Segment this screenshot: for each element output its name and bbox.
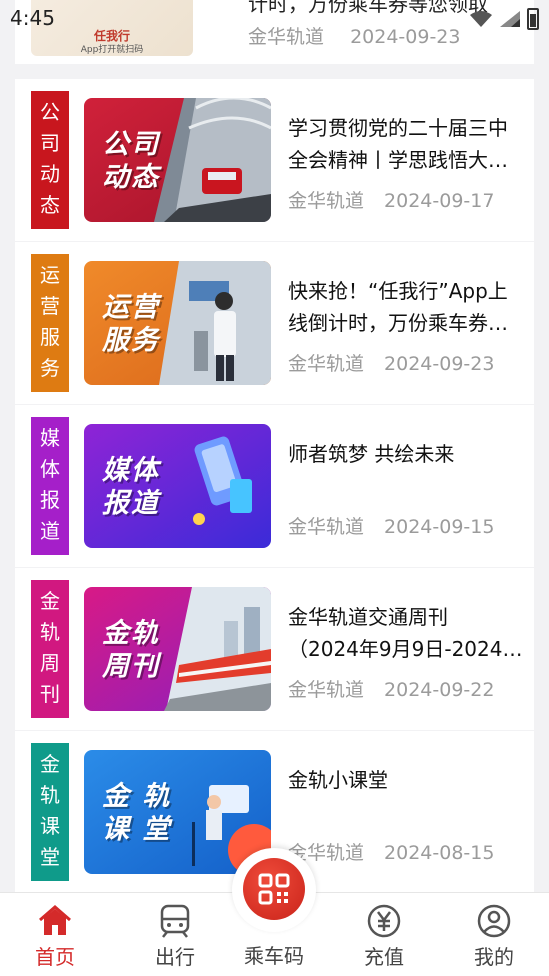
tag-char: 报	[40, 488, 60, 512]
status-bar: 4:45	[0, 0, 549, 36]
news-title: 金华轨道交通周刊 （2024年9月9日-2024…	[288, 605, 523, 661]
news-date: 2024-08-15	[384, 842, 495, 864]
news-source: 金华轨道	[288, 190, 365, 212]
category-tag: 金 轨 周 刊	[31, 580, 69, 718]
news-date: 2024-09-22	[384, 679, 495, 701]
news-title: 金轨小课堂	[288, 768, 388, 792]
qr-code-icon	[258, 873, 290, 905]
tab-travel[interactable]: 出行	[120, 893, 230, 976]
tag-char: 堂	[40, 845, 60, 869]
tag-char: 动	[40, 162, 60, 186]
list-item[interactable]: 媒 体 报 道 媒体 报道 师者筑梦 共绘未来 金华轨道 2024-09-15	[15, 405, 534, 567]
tab-home[interactable]: 首页	[0, 893, 110, 976]
news-meta: 金华轨道 2024-09-22	[288, 675, 494, 702]
news-source: 金华轨道	[288, 679, 365, 701]
tag-char: 金	[40, 752, 60, 776]
thumb-label: 运营 服务	[102, 292, 160, 356]
news-source: 金华轨道	[288, 516, 365, 538]
ride-code-label: 乘车码	[244, 944, 304, 968]
user-icon	[477, 904, 511, 938]
thumb-label: 媒体 报道	[102, 455, 160, 519]
tag-char: 金	[40, 589, 60, 613]
category-tag: 运 营 服 务	[31, 254, 69, 392]
news-source: 金华轨道	[288, 353, 365, 375]
category-tag: 媒 体 报 道	[31, 417, 69, 555]
thumb-label: 金 轨课 堂	[102, 781, 172, 845]
news-thumbnail: 运营 服务	[84, 261, 271, 385]
list-item[interactable]: 公 司 动 态 公司 动态 学习贯彻党的二十届三中 全会精神丨学思践悟大… 金华…	[15, 79, 534, 241]
home-icon	[39, 905, 71, 935]
tag-char: 服	[40, 325, 60, 349]
tab-recharge-label: 充值	[364, 945, 404, 969]
tag-char: 周	[40, 651, 60, 675]
news-date: 2024-09-15	[384, 516, 495, 538]
thumb-ad-sub: App打开就扫码	[80, 45, 144, 55]
tag-char: 公	[40, 100, 60, 124]
category-tag: 公 司 动 态	[31, 91, 69, 229]
ride-code-button[interactable]	[232, 848, 316, 932]
tag-char: 轨	[40, 783, 60, 807]
tab-travel-label: 出行	[155, 945, 195, 969]
tag-char: 务	[40, 356, 60, 380]
tag-char: 体	[40, 457, 60, 481]
tag-char: 营	[40, 294, 60, 318]
news-thumbnail: 金轨 周刊	[84, 587, 271, 711]
tag-char: 态	[40, 193, 60, 217]
train-icon	[160, 904, 190, 938]
tag-char: 司	[40, 131, 60, 155]
tab-mine-label: 我的	[474, 945, 514, 969]
news-thumbnail: 金 轨课 堂	[84, 750, 271, 874]
tab-home-label: 首页	[35, 945, 75, 969]
signal-icon	[500, 11, 520, 27]
tag-char: 运	[40, 263, 60, 287]
battery-icon	[527, 8, 539, 30]
news-title: 快来抢！“任我行”App上 线倒计时，万份乘车券…	[288, 279, 508, 335]
list-item[interactable]: 金 轨 周 刊 金轨周刊 金华轨道交通周刊 （2024年9月9日-2024…	[15, 568, 534, 730]
news-meta: 金华轨道 2024-08-15	[288, 838, 494, 865]
tag-char: 轨	[40, 620, 60, 644]
list-item[interactable]: 运 营 服 务 运营 服务 快来抢！“任我行”App上 线倒计时，万份乘车券… …	[15, 242, 534, 404]
tag-char: 道	[40, 519, 60, 543]
news-thumbnail: 媒体 报道	[84, 424, 271, 548]
news-thumbnail: 公司 动态	[84, 98, 271, 222]
category-tag: 金 轨 课 堂	[31, 743, 69, 881]
news-date: 2024-09-23	[384, 353, 495, 375]
tag-char: 课	[40, 814, 60, 838]
tab-recharge[interactable]: 充值	[329, 893, 439, 976]
news-meta: 金华轨道 2024-09-15	[288, 512, 494, 539]
news-meta: 金华轨道 2024-09-23	[288, 349, 494, 376]
status-time: 4:45	[10, 6, 55, 30]
news-list: 公 司 动 态 公司 动态 学习贯彻党的二十届三中 全会精神丨学思践悟大… 金华…	[15, 79, 534, 894]
tag-char: 刊	[40, 682, 60, 706]
thumb-label: 金轨 周刊	[102, 618, 160, 682]
news-title: 师者筑梦 共绘未来	[288, 442, 455, 466]
thumb-label: 公司 动态	[102, 129, 160, 193]
tag-char: 媒	[40, 426, 60, 450]
tab-mine[interactable]: 我的	[439, 893, 549, 976]
wifi-icon	[470, 11, 492, 27]
news-title: 学习贯彻党的二十届三中 全会精神丨学思践悟大…	[288, 116, 508, 172]
news-meta: 金华轨道 2024-09-17	[288, 186, 494, 213]
news-date: 2024-09-17	[384, 190, 495, 212]
yuan-icon	[367, 904, 401, 938]
